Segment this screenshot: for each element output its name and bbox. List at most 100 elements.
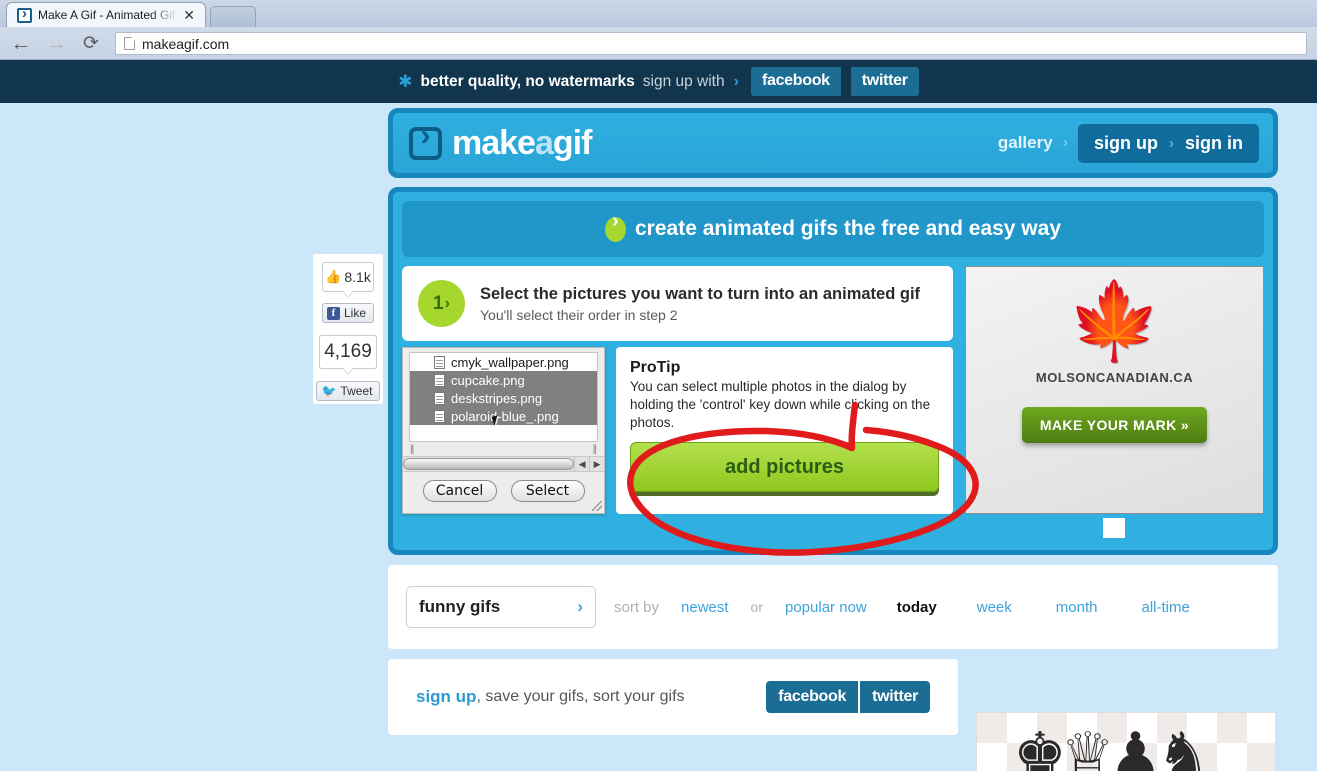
file-list-item[interactable]: polaroid-blue_.png xyxy=(410,407,597,425)
file-name: cmyk_wallpaper.png xyxy=(451,354,569,370)
file-name: cupcake.png xyxy=(451,372,525,388)
protip-title: ProTip xyxy=(630,359,681,376)
signup-social-buttons: facebook twitter xyxy=(766,681,930,713)
sort-today-link[interactable]: today xyxy=(897,599,937,616)
step-1-subtitle: You'll select their order in step 2 xyxy=(480,306,678,323)
signup-description: , save your gifs, sort your gifs xyxy=(476,688,685,705)
twitter-tweet-button[interactable]: 🐦 Tweet xyxy=(315,381,381,401)
main-creator-panel: create animated gifs the free and easy w… xyxy=(388,187,1278,555)
browser-chrome: Make A Gif - Animated Gif ✕ ← → ⟳ makeag… xyxy=(0,0,1317,60)
browser-nav-bar: ← → ⟳ makeagif.com xyxy=(0,27,1317,60)
auth-buttons: sign up › sign in xyxy=(1078,123,1259,163)
promo-headline: better quality, no watermarks xyxy=(420,72,635,90)
sort-newest-link[interactable]: newest xyxy=(681,599,729,616)
horizontal-scrollbar[interactable]: ◀ ▶ xyxy=(403,456,604,472)
sort-month-link[interactable]: month xyxy=(1056,599,1098,616)
ad-close-square[interactable] xyxy=(1103,518,1125,538)
facebook-f-icon: f xyxy=(326,306,340,320)
new-tab-button[interactable] xyxy=(210,6,256,27)
address-bar[interactable]: makeagif.com xyxy=(115,32,1307,55)
signup-link[interactable]: sign up xyxy=(416,687,476,707)
step-1-badge: 1 › xyxy=(418,280,465,327)
signup-bar: sign up , save your gifs, sort your gifs… xyxy=(388,659,958,735)
file-name: polaroid-blue_.png xyxy=(451,408,559,424)
category-select[interactable]: funny gifs › xyxy=(406,586,596,628)
sign-up-button[interactable]: sign up xyxy=(1094,133,1158,154)
logo-wordmark: makeagif xyxy=(452,123,592,163)
sort-popular-now-link[interactable]: popular now xyxy=(785,599,867,616)
file-document-icon xyxy=(434,355,445,369)
chevron-right-icon: › xyxy=(733,72,739,90)
signup-facebook-button[interactable]: facebook xyxy=(766,681,859,713)
scroll-left-arrow-icon[interactable]: ◀ xyxy=(574,456,589,472)
star-icon: ✱ xyxy=(398,72,413,91)
advertisement-molson[interactable]: 🍁 MOLSONCANADIAN.CA MAKE YOUR MARK » xyxy=(965,266,1264,514)
close-icon[interactable]: ✕ xyxy=(183,8,195,22)
create-banner: create animated gifs the free and easy w… xyxy=(402,201,1264,257)
forward-icon[interactable]: → xyxy=(45,33,67,54)
advertisement-chess[interactable]: ♚♕♟♞ MORE THAN A RICH xyxy=(976,712,1276,771)
chevron-right-icon: › xyxy=(1169,134,1174,152)
tab-strip: Make A Gif - Animated Gif ✕ xyxy=(0,0,1317,27)
file-list[interactable]: cmyk_wallpaper.png cupcake.png deskstripes… xyxy=(409,352,598,442)
file-document-icon xyxy=(434,373,445,387)
step-1-number: 1 xyxy=(433,292,444,314)
promo-inner: ✱ better quality, no watermarks sign up … xyxy=(398,67,919,96)
step-1-text: Select the pictures you want to turn int… xyxy=(480,285,920,323)
sort-bar: funny gifs › sort by newest or popular n… xyxy=(388,565,1278,649)
sign-in-button[interactable]: sign in xyxy=(1185,133,1243,154)
site-header: makeagif gallery › sign up › sign in xyxy=(388,108,1278,178)
file-document-icon xyxy=(434,391,445,405)
chevron-right-icon: › xyxy=(577,597,583,616)
thumbs-up-icon: 👍 xyxy=(325,269,342,284)
promo-facebook-button[interactable]: facebook xyxy=(750,67,841,96)
sort-or-label: or xyxy=(750,599,763,615)
promo-twitter-button[interactable]: twitter xyxy=(850,67,919,96)
reload-icon[interactable]: ⟳ xyxy=(80,34,102,53)
resize-handle-icon[interactable] xyxy=(592,501,602,511)
file-list-item[interactable]: deskstripes.png xyxy=(410,389,597,407)
create-banner-text: create animated gifs the free and easy w… xyxy=(634,217,1062,240)
facebook-like-button[interactable]: f Like xyxy=(321,303,374,323)
file-list-item[interactable]: cmyk_wallpaper.png xyxy=(410,353,597,371)
file-list-item[interactable]: cupcake.png xyxy=(410,371,597,389)
scrollbar-thumb[interactable] xyxy=(403,458,575,470)
category-select-value: funny gifs xyxy=(419,597,501,616)
cancel-button[interactable]: Cancel xyxy=(422,480,497,502)
twitter-tweet-label: Tweet xyxy=(340,384,373,398)
chevron-right-icon: › xyxy=(1062,134,1068,151)
sort-all-time-link[interactable]: all-time xyxy=(1141,599,1189,616)
sort-by-label: sort by xyxy=(614,598,660,616)
protip-body: You can select multiple photos in the di… xyxy=(630,379,931,430)
promo-strip: ✱ better quality, no watermarks sign up … xyxy=(0,60,1317,103)
maple-leaf-icon: 🍁 xyxy=(1067,276,1162,365)
tab-title: Make A Gif - Animated Gif xyxy=(38,8,176,22)
sort-week-link[interactable]: week xyxy=(977,599,1012,616)
logo-make: make xyxy=(452,123,536,162)
site-logo[interactable]: makeagif xyxy=(409,119,592,163)
twitter-tweet-count-bubble: 4,169 xyxy=(319,335,377,375)
facebook-like-label: Like xyxy=(343,306,366,320)
file-chooser-dialog[interactable]: cmyk_wallpaper.png cupcake.png deskstripes… xyxy=(402,347,605,514)
chess-pieces-icon: ♚♕♟♞ xyxy=(1013,720,1210,771)
select-button[interactable]: Select xyxy=(510,480,585,502)
grip-left-icon: || xyxy=(410,444,414,455)
logo-a: a xyxy=(534,123,554,162)
facebook-like-count-bubble: 👍 8.1k xyxy=(322,262,374,298)
dialog-buttons: Cancel Select xyxy=(403,480,604,502)
chevron-circle-icon xyxy=(604,210,626,242)
promo-subtext: sign up with xyxy=(642,72,725,90)
add-pictures-button[interactable]: add pictures xyxy=(630,442,939,492)
browser-tab-active[interactable]: Make A Gif - Animated Gif ✕ xyxy=(6,2,206,27)
chevron-right-icon: › xyxy=(444,294,450,312)
back-icon[interactable]: ← xyxy=(10,33,32,54)
scroll-right-arrow-icon[interactable]: ▶ xyxy=(589,456,604,472)
ad-cta-button[interactable]: MAKE YOUR MARK » xyxy=(1021,406,1208,443)
step-1-title: Select the pictures you want to turn int… xyxy=(480,284,921,303)
file-document-icon xyxy=(434,409,445,423)
address-bar-url: makeagif.com xyxy=(142,35,230,52)
social-share-sidebar: 👍 8.1k f Like 4,169 🐦 Tweet xyxy=(313,254,383,404)
signup-twitter-button[interactable]: twitter xyxy=(858,681,930,713)
nav-gallery-link[interactable]: gallery xyxy=(998,133,1053,153)
twitter-bird-icon: 🐦 xyxy=(321,384,337,398)
